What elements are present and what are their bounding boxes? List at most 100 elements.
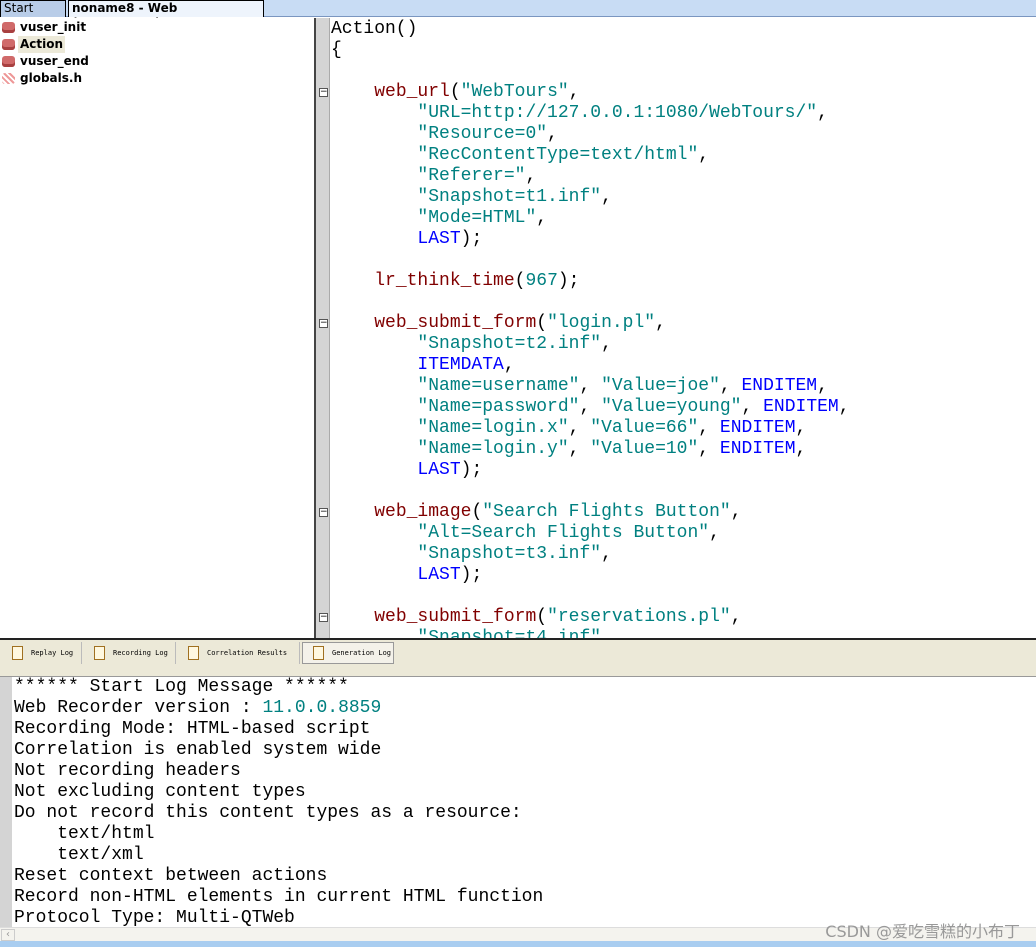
fold-collapse-icon[interactable]: − xyxy=(319,319,328,328)
number-token: 967 xyxy=(525,271,558,291)
text-token: , xyxy=(601,187,612,207)
code-line: "URL=http://127.0.0.1:1080/WebTours/", xyxy=(331,103,827,124)
string-token: "Alt=Search Flights Button" xyxy=(417,523,710,543)
text-token: , xyxy=(568,82,580,102)
text-token: , xyxy=(568,439,591,459)
string-token: "Search Flights Button" xyxy=(482,502,731,522)
text-token: , xyxy=(709,523,720,543)
string-token: "RecContentType=text/html" xyxy=(417,145,699,165)
tree-item-globals-h[interactable]: globals.h xyxy=(2,70,84,87)
generation-log-output[interactable]: ****** Start Log Message ****** Web Recor… xyxy=(0,676,1036,929)
tab-recording-log[interactable]: Recording Log xyxy=(84,642,176,664)
tree-item-label: globals.h xyxy=(20,71,82,85)
text-token: , xyxy=(741,397,764,417)
fold-collapse-icon[interactable]: − xyxy=(319,613,328,622)
string-token: "Value=10" xyxy=(590,439,699,459)
tab-start-page[interactable]: Start Page xyxy=(0,0,66,30)
text-token: , xyxy=(698,418,720,438)
code-line: Do not record this content types as a re… xyxy=(14,803,522,824)
text-token: , xyxy=(601,544,612,564)
action-icon xyxy=(2,56,15,67)
string-token: "Name=password" xyxy=(417,397,580,417)
string-token: "Snapshot=t2.inf" xyxy=(417,334,602,354)
tab-label: Correlation Results xyxy=(207,649,288,657)
tab-label: Recording Log xyxy=(113,649,168,657)
code-line: web_url("WebTours", xyxy=(331,82,580,103)
code-line: web_submit_form("login.pl", xyxy=(331,313,666,334)
text-token: Recording Mode: HTML-based script xyxy=(14,719,371,739)
text-token: , xyxy=(795,439,807,459)
code-line: Reset context between actions xyxy=(14,866,327,887)
code-line: text/html xyxy=(14,824,154,845)
text-token: , xyxy=(795,418,807,438)
tree-item-label: vuser_end xyxy=(20,54,89,68)
keyword-token: LAST xyxy=(417,565,461,585)
text-token: ( xyxy=(471,502,483,522)
code-line: Correlation is enabled system wide xyxy=(14,740,381,761)
tree-item-vuser-end[interactable]: vuser_end xyxy=(2,53,91,70)
string-token: "Snapshot=t3.inf" xyxy=(417,544,602,564)
text-token: , xyxy=(719,376,742,396)
document-tab-bar: Start Page noname8 - Web (HTTP/HTML) xyxy=(0,0,1036,30)
fold-collapse-icon[interactable]: − xyxy=(319,508,328,517)
string-token: "Value=66" xyxy=(590,418,699,438)
string-token: "WebTours" xyxy=(460,82,569,102)
text-token: , xyxy=(579,397,602,417)
text-token: text/html xyxy=(14,824,155,844)
text-token: Not excluding content types xyxy=(14,782,306,802)
header-file-icon xyxy=(2,73,15,84)
editor-gutter: − − − − xyxy=(316,18,330,638)
code-editor[interactable]: Action(){ web_url("WebTours", "URL=http:… xyxy=(331,18,1036,638)
fold-collapse-icon[interactable]: − xyxy=(319,88,328,97)
string-token: "reservations.pl" xyxy=(547,607,731,627)
string-token: "Snapshot=t4.inf" xyxy=(417,628,602,638)
text-token: , xyxy=(817,376,828,396)
function-token: web_submit_form xyxy=(374,607,537,627)
keyword-token: ITEMDATA xyxy=(417,355,504,375)
code-line: "Resource=0", xyxy=(331,124,558,145)
tab-replay-log[interactable]: Replay Log xyxy=(2,642,82,664)
recording-log-icon xyxy=(94,646,105,660)
text-token: , xyxy=(655,313,666,333)
string-token: "Name=login.y" xyxy=(417,439,569,459)
code-line: "Snapshot=t4.inf", xyxy=(331,628,611,638)
code-line: lr_think_time(967); xyxy=(331,271,579,292)
string-token: "Resource=0" xyxy=(417,124,548,144)
code-line: "Referer=", xyxy=(331,166,536,187)
scroll-left-button[interactable]: ‹ xyxy=(1,929,15,941)
text-token: ( xyxy=(449,82,461,102)
code-line: "Alt=Search Flights Button", xyxy=(331,523,720,544)
number-token: 11.0.0.8859 xyxy=(262,698,382,718)
tab-correlation-results[interactable]: Correlation Results xyxy=(178,642,300,664)
code-line: Protocol Type: Multi-QTWeb xyxy=(14,908,295,929)
watermark: CSDN @爱吃雪糕的小布丁 xyxy=(825,922,1020,941)
text-token: text/xml xyxy=(14,845,144,865)
keyword-token: ENDITEM xyxy=(719,439,796,459)
text-token: Do not record this content types as a re… xyxy=(14,803,522,823)
keyword-token: LAST xyxy=(417,460,461,480)
tree-item-vuser-init[interactable]: vuser_init xyxy=(2,19,88,36)
tab-generation-log[interactable]: Generation Log xyxy=(302,642,394,664)
string-token: "Value=young" xyxy=(601,397,742,417)
text-token: , xyxy=(547,124,558,144)
code-line: "Name=password", "Value=young", ENDITEM, xyxy=(331,397,849,418)
code-line: Recording Mode: HTML-based script xyxy=(14,719,370,740)
tab-script-document[interactable]: noname8 - Web (HTTP/HTML) xyxy=(68,0,264,30)
tree-item-action[interactable]: Action xyxy=(2,36,66,53)
text-token: Record non-HTML elements in current HTML… xyxy=(14,887,544,907)
